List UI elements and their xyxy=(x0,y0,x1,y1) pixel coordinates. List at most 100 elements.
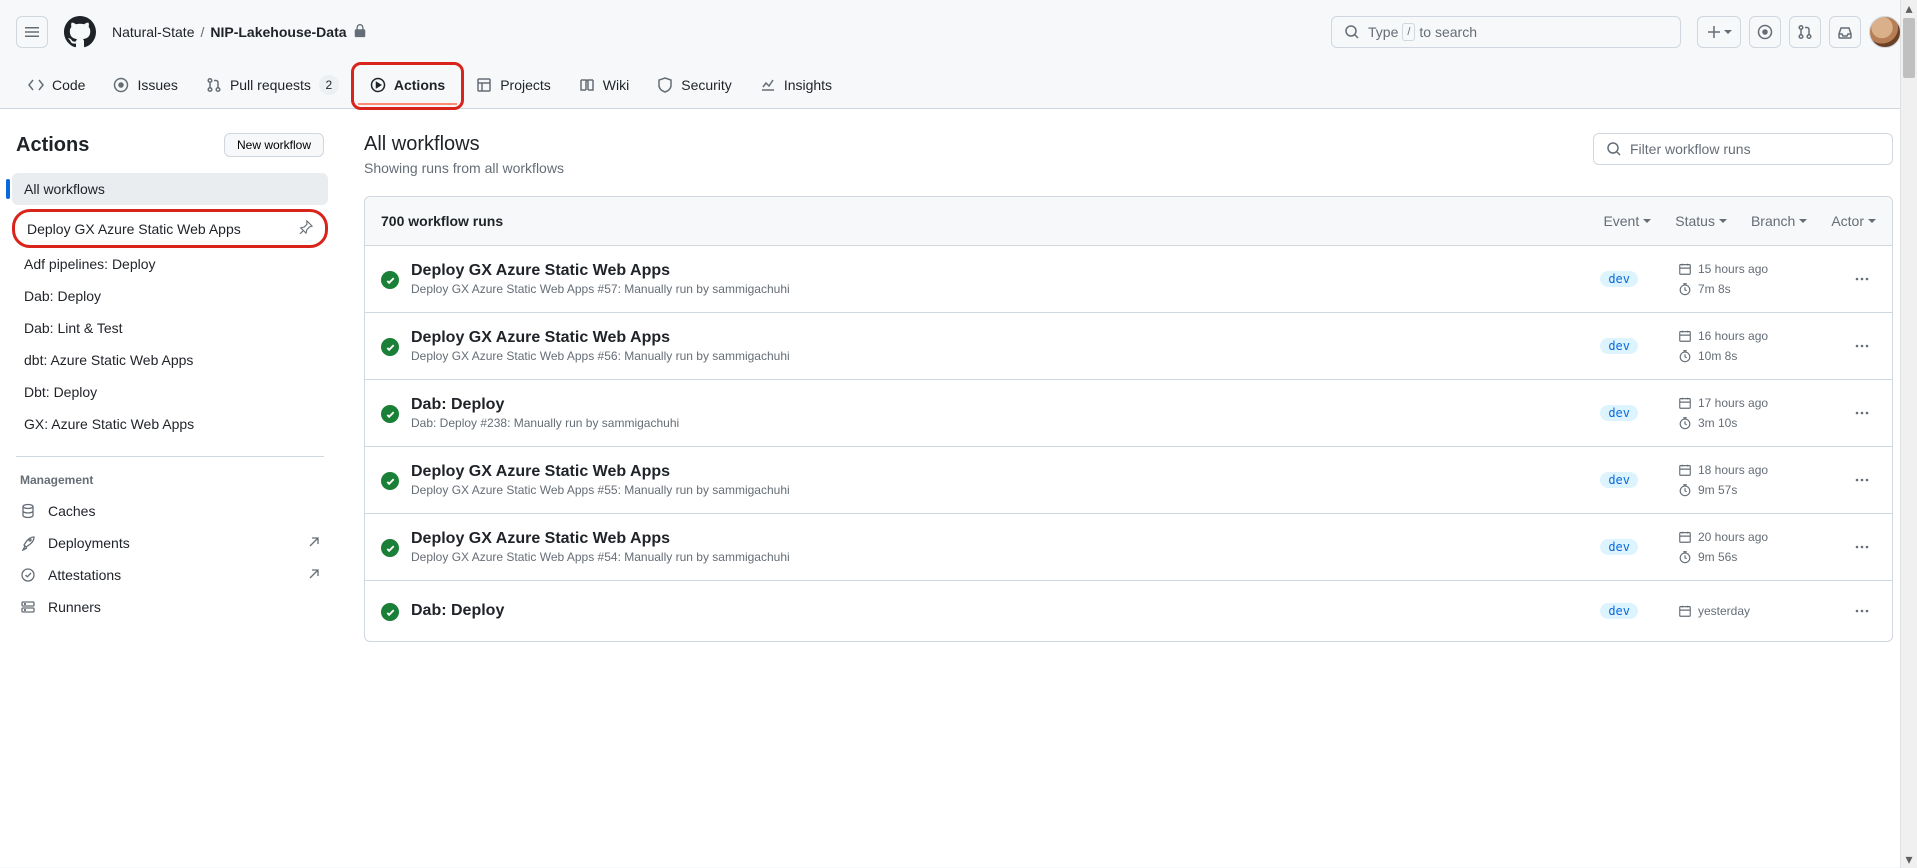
run-menu-button[interactable] xyxy=(1848,265,1876,293)
run-title[interactable]: Dab: Deploy xyxy=(411,396,1560,414)
workflow-run-row[interactable]: Deploy GX Azure Static Web Apps Deploy G… xyxy=(365,514,1892,581)
branch-badge[interactable]: dev xyxy=(1600,472,1638,488)
notifications-button[interactable] xyxy=(1829,16,1861,48)
run-duration: 10m 8s xyxy=(1678,349,1848,363)
sidebar-workflow-item[interactable]: Dbt: Deploy xyxy=(12,376,328,408)
scrollbar-thumb[interactable] xyxy=(1903,18,1915,78)
workflow-run-row[interactable]: Deploy GX Azure Static Web Apps Deploy G… xyxy=(365,313,1892,380)
workflow-run-row[interactable]: Dab: Deploy Dab: Deploy #238: Manually r… xyxy=(365,380,1892,447)
run-title[interactable]: Deploy GX Azure Static Web Apps xyxy=(411,463,1560,481)
external-link-icon xyxy=(308,535,320,551)
sidebar-title: Actions xyxy=(16,134,89,157)
nav-pr-count: 2 xyxy=(319,75,339,95)
pull-requests-button[interactable] xyxy=(1789,16,1821,48)
sidebar-workflow-item[interactable]: Deploy GX Azure Static Web Apps xyxy=(12,209,328,248)
filter-actor[interactable]: Actor xyxy=(1831,213,1876,229)
run-menu-button[interactable] xyxy=(1848,466,1876,494)
github-logo[interactable] xyxy=(64,16,96,48)
sidebar-workflow-item[interactable]: Dab: Lint & Test xyxy=(12,312,328,344)
run-title[interactable]: Deploy GX Azure Static Web Apps xyxy=(411,262,1560,280)
run-menu-button[interactable] xyxy=(1848,597,1876,625)
branch-badge[interactable]: dev xyxy=(1600,338,1638,354)
mgmt-label: Attestations xyxy=(48,567,121,583)
breadcrumb-repo[interactable]: NIP-Lakehouse-Data xyxy=(210,24,346,40)
filter-label: Actor xyxy=(1831,213,1864,229)
shield-icon xyxy=(657,77,673,93)
filter-status[interactable]: Status xyxy=(1675,213,1727,229)
menu-icon xyxy=(24,24,40,40)
sidebar-all-workflows[interactable]: All workflows xyxy=(12,173,328,205)
sidebar-workflow-item[interactable]: Dab: Deploy xyxy=(12,280,328,312)
branch-badge[interactable]: dev xyxy=(1600,539,1638,555)
hamburger-menu[interactable] xyxy=(16,16,48,48)
search-placeholder-prefix: Type xyxy=(1368,24,1398,40)
nav-actions-label: Actions xyxy=(394,77,445,93)
filter-branch[interactable]: Branch xyxy=(1751,213,1807,229)
sidebar-workflow-item[interactable]: dbt: Azure Static Web Apps xyxy=(12,344,328,376)
workflow-run-row[interactable]: Deploy GX Azure Static Web Apps Deploy G… xyxy=(365,447,1892,514)
sidebar-deployments[interactable]: Deployments xyxy=(8,527,332,559)
calendar-icon xyxy=(1678,530,1692,544)
status-success-icon xyxy=(381,271,399,289)
create-new-dropdown[interactable] xyxy=(1697,16,1741,48)
database-icon xyxy=(20,503,36,519)
stopwatch-icon xyxy=(1678,550,1692,564)
pin-icon[interactable] xyxy=(299,220,313,237)
run-menu-button[interactable] xyxy=(1848,399,1876,427)
nav-insights-label: Insights xyxy=(784,77,832,93)
calendar-icon xyxy=(1678,329,1692,343)
run-menu-button[interactable] xyxy=(1848,332,1876,360)
nav-code[interactable]: Code xyxy=(16,64,97,108)
sidebar-workflow-item[interactable]: Adf pipelines: Deploy xyxy=(12,248,328,280)
mgmt-label: Runners xyxy=(48,599,101,615)
scroll-up-arrow[interactable]: ▴ xyxy=(1901,0,1917,17)
breadcrumb-org[interactable]: Natural-State xyxy=(112,24,194,40)
workflow-run-row[interactable]: Dab: Deploy dev yesterday xyxy=(365,581,1892,641)
run-title[interactable]: Dab: Deploy xyxy=(411,602,1560,620)
branch-badge[interactable]: dev xyxy=(1600,603,1638,619)
filter-runs-input[interactable]: Filter workflow runs xyxy=(1593,133,1893,165)
global-search[interactable]: Type / to search xyxy=(1331,16,1681,48)
graph-icon xyxy=(760,77,776,93)
nav-security-label: Security xyxy=(681,77,732,93)
sidebar-item-label: Adf pipelines: Deploy xyxy=(24,256,156,272)
branch-badge[interactable]: dev xyxy=(1600,405,1638,421)
nav-wiki[interactable]: Wiki xyxy=(567,64,641,108)
run-title[interactable]: Deploy GX Azure Static Web Apps xyxy=(411,530,1560,548)
nav-pull-requests[interactable]: Pull requests 2 xyxy=(194,64,351,108)
run-duration: 7m 8s xyxy=(1678,282,1848,296)
sidebar-item-label: Dbt: Deploy xyxy=(24,384,97,400)
repo-nav: Code Issues Pull requests 2 Actions Proj… xyxy=(0,64,1917,109)
run-title[interactable]: Deploy GX Azure Static Web Apps xyxy=(411,329,1560,347)
scroll-down-arrow[interactable]: ▾ xyxy=(1901,851,1917,868)
run-description: Deploy GX Azure Static Web Apps #57: Man… xyxy=(411,282,1560,296)
nav-insights[interactable]: Insights xyxy=(748,64,844,108)
mgmt-label: Deployments xyxy=(48,535,130,551)
nav-projects[interactable]: Projects xyxy=(464,64,563,108)
scrollbar[interactable]: ▴ ▾ xyxy=(1900,0,1917,868)
sidebar-runners[interactable]: Runners xyxy=(8,591,332,623)
branch-badge[interactable]: dev xyxy=(1600,271,1638,287)
run-menu-button[interactable] xyxy=(1848,533,1876,561)
workflow-run-row[interactable]: Deploy GX Azure Static Web Apps Deploy G… xyxy=(365,246,1892,313)
nav-security[interactable]: Security xyxy=(645,64,744,108)
issues-button[interactable] xyxy=(1749,16,1781,48)
workflow-runs-list: 700 workflow runs Event Status Branch Ac… xyxy=(364,196,1893,642)
run-duration: 9m 56s xyxy=(1678,550,1848,564)
status-success-icon xyxy=(381,539,399,557)
new-workflow-button[interactable]: New workflow xyxy=(224,133,324,157)
stopwatch-icon xyxy=(1678,349,1692,363)
run-description: Deploy GX Azure Static Web Apps #55: Man… xyxy=(411,483,1560,497)
nav-code-label: Code xyxy=(52,77,85,93)
verified-icon xyxy=(20,567,36,583)
filter-event[interactable]: Event xyxy=(1603,213,1651,229)
sidebar-attestations[interactable]: Attestations xyxy=(8,559,332,591)
filter-label: Event xyxy=(1603,213,1639,229)
nav-actions[interactable]: Actions xyxy=(358,67,457,105)
nav-issues[interactable]: Issues xyxy=(101,64,189,108)
kebab-icon xyxy=(1854,539,1870,555)
user-avatar[interactable] xyxy=(1869,16,1901,48)
calendar-icon xyxy=(1678,463,1692,477)
sidebar-workflow-item[interactable]: GX: Azure Static Web Apps xyxy=(12,408,328,440)
sidebar-caches[interactable]: Caches xyxy=(8,495,332,527)
